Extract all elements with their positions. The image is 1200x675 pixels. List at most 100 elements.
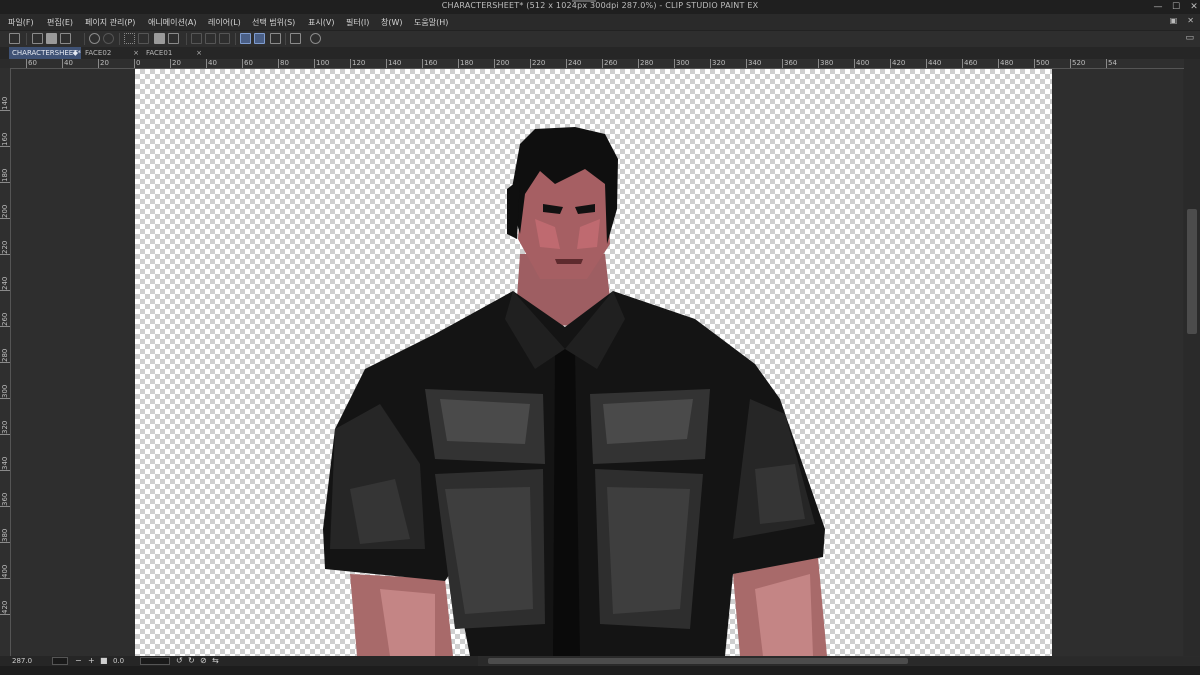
zoom-slider[interactable] xyxy=(52,657,68,665)
minimize-icon[interactable]: — xyxy=(1152,0,1164,14)
ruler-label: 320 xyxy=(710,59,726,68)
zoom-out-icon[interactable]: − xyxy=(75,656,82,666)
close-icon[interactable]: ✕ xyxy=(1188,0,1200,14)
ruler-label: 360 xyxy=(0,493,10,528)
snap-grid-icon[interactable] xyxy=(205,33,216,44)
ruler-label: 260 xyxy=(602,59,618,68)
ruler-label: 400 xyxy=(0,565,10,600)
close-tab-icon[interactable]: × xyxy=(133,47,139,59)
ruler-label: 180 xyxy=(458,59,474,68)
rotate-left-icon[interactable]: ↺ xyxy=(176,656,183,666)
ruler-label: 54 xyxy=(1106,59,1117,68)
draw-line-icon[interactable] xyxy=(254,33,265,44)
zoom-in-icon[interactable]: + xyxy=(88,656,95,666)
vertical-scrollbar[interactable] xyxy=(1184,59,1200,656)
new-icon[interactable] xyxy=(32,33,43,44)
ruler-icon[interactable] xyxy=(240,33,251,44)
horizontal-scroll-thumb[interactable] xyxy=(488,658,908,664)
ruler-label: 280 xyxy=(638,59,654,68)
ruler-label: 240 xyxy=(0,277,10,312)
toolbar-separator xyxy=(26,33,27,45)
ruler-label: 420 xyxy=(890,59,906,68)
tab-face01[interactable]: FACE01 × xyxy=(143,47,205,59)
redo-icon[interactable] xyxy=(103,33,114,44)
collapse-icon[interactable]: ▭ xyxy=(1185,33,1194,43)
save-icon[interactable] xyxy=(60,33,71,44)
menu-page-management[interactable]: 페이지 관리(P) xyxy=(85,17,135,28)
deselect-icon[interactable] xyxy=(138,33,149,44)
restore-icon[interactable]: ▣ xyxy=(1170,16,1178,25)
menu-selection[interactable]: 선택 범위(S) xyxy=(252,17,295,28)
modified-icon[interactable]: ◆ xyxy=(73,47,78,59)
contour-icon[interactable] xyxy=(270,33,281,44)
tab-label: FACE02 xyxy=(85,49,112,57)
close-tab-icon[interactable]: × xyxy=(196,47,202,59)
toolbar-separator xyxy=(186,33,187,45)
ruler-label: 0 xyxy=(134,59,141,68)
menu-view[interactable]: 표시(V) xyxy=(308,17,334,28)
vertical-ruler[interactable]: 140 160 180 200 220 240 260 280 300 320 … xyxy=(0,68,11,656)
menu-right-controls: ▣ ✕ xyxy=(1170,16,1194,25)
ruler-label: 140 xyxy=(386,59,402,68)
transform-icon[interactable] xyxy=(168,33,179,44)
vertical-scroll-thumb[interactable] xyxy=(1187,209,1197,334)
horizontal-ruler[interactable]: 60 40 20 0 20 40 60 80 100 120 140 160 1… xyxy=(10,59,1185,69)
reset-rotation-icon[interactable]: ⊘ xyxy=(200,656,207,666)
character-artwork xyxy=(323,127,827,656)
ruler-label: 480 xyxy=(998,59,1014,68)
lasso-icon[interactable] xyxy=(124,33,135,44)
undo-icon[interactable] xyxy=(89,33,100,44)
fill-icon[interactable] xyxy=(154,33,165,44)
toolbar-separator xyxy=(84,33,85,45)
open-icon[interactable] xyxy=(46,33,57,44)
color-picker-icon[interactable] xyxy=(290,33,301,44)
rotate-right-icon[interactable]: ↻ xyxy=(188,656,195,666)
flip-icon[interactable]: ⇆ xyxy=(212,656,219,666)
tab-charactersheet[interactable]: CHARACTERSHEET* ◆ xyxy=(9,47,81,59)
close-doc-icon[interactable]: ✕ xyxy=(1187,16,1194,25)
workspace[interactable] xyxy=(11,69,1183,656)
window-title: CHARACTERSHEET* (512 x 1024px 300dpi 287… xyxy=(441,1,759,10)
ruler-label: 60 xyxy=(26,59,37,68)
ruler-label: 420 xyxy=(0,601,10,636)
menu-window[interactable]: 창(W) xyxy=(381,17,403,28)
bottom-strip xyxy=(0,666,1200,675)
ruler-label: 200 xyxy=(0,205,10,240)
canvas[interactable] xyxy=(135,69,1052,656)
ruler-label: 40 xyxy=(62,59,73,68)
rotation-value[interactable]: 0.0 xyxy=(113,656,124,666)
zoom-value[interactable]: 287.0 xyxy=(12,656,32,666)
settings-icon[interactable] xyxy=(310,33,321,44)
ruler-label: 20 xyxy=(98,59,109,68)
menu-help[interactable]: 도움말(H) xyxy=(414,17,448,28)
cs-logo-icon[interactable] xyxy=(9,33,20,44)
snap-special-icon[interactable] xyxy=(219,33,230,44)
document-tabs: CHARACTERSHEET* ◆ FACE02 × FACE01 × xyxy=(0,47,1200,59)
ruler-label: 20 xyxy=(170,59,181,68)
ruler-label: 240 xyxy=(566,59,582,68)
ruler-label: 160 xyxy=(422,59,438,68)
menu-edit[interactable]: 편집(E) xyxy=(47,17,73,28)
menu-filter[interactable]: 필터(I) xyxy=(346,17,369,28)
snap-ruler-icon[interactable] xyxy=(191,33,202,44)
menu-layer[interactable]: 레이어(L) xyxy=(208,17,241,28)
ruler-label: 60 xyxy=(242,59,253,68)
ruler-label: 200 xyxy=(494,59,510,68)
tab-face02[interactable]: FACE02 × xyxy=(82,47,142,59)
fit-icon[interactable]: ■ xyxy=(100,656,108,666)
toolbar-separator xyxy=(285,33,286,45)
title-bar: CHARACTERSHEET* (512 x 1024px 300dpi 287… xyxy=(0,0,1200,14)
menu-animation[interactable]: 애니메이션(A) xyxy=(148,17,197,28)
menu-bar: 파일(F) 편집(E) 페이지 관리(P) 애니메이션(A) 레이어(L) 선택… xyxy=(0,14,1200,30)
maximize-icon[interactable]: ☐ xyxy=(1170,0,1182,14)
ruler-label: 220 xyxy=(530,59,546,68)
ruler-label: 400 xyxy=(854,59,870,68)
ruler-label: 160 xyxy=(0,133,10,168)
ruler-label: 340 xyxy=(0,457,10,492)
ruler-label: 300 xyxy=(0,385,10,420)
toolbar-separator xyxy=(235,33,236,45)
rotation-slider[interactable] xyxy=(140,657,170,665)
ruler-label: 380 xyxy=(0,529,10,564)
menu-file[interactable]: 파일(F) xyxy=(8,17,34,28)
horizontal-scrollbar[interactable] xyxy=(478,657,1200,665)
